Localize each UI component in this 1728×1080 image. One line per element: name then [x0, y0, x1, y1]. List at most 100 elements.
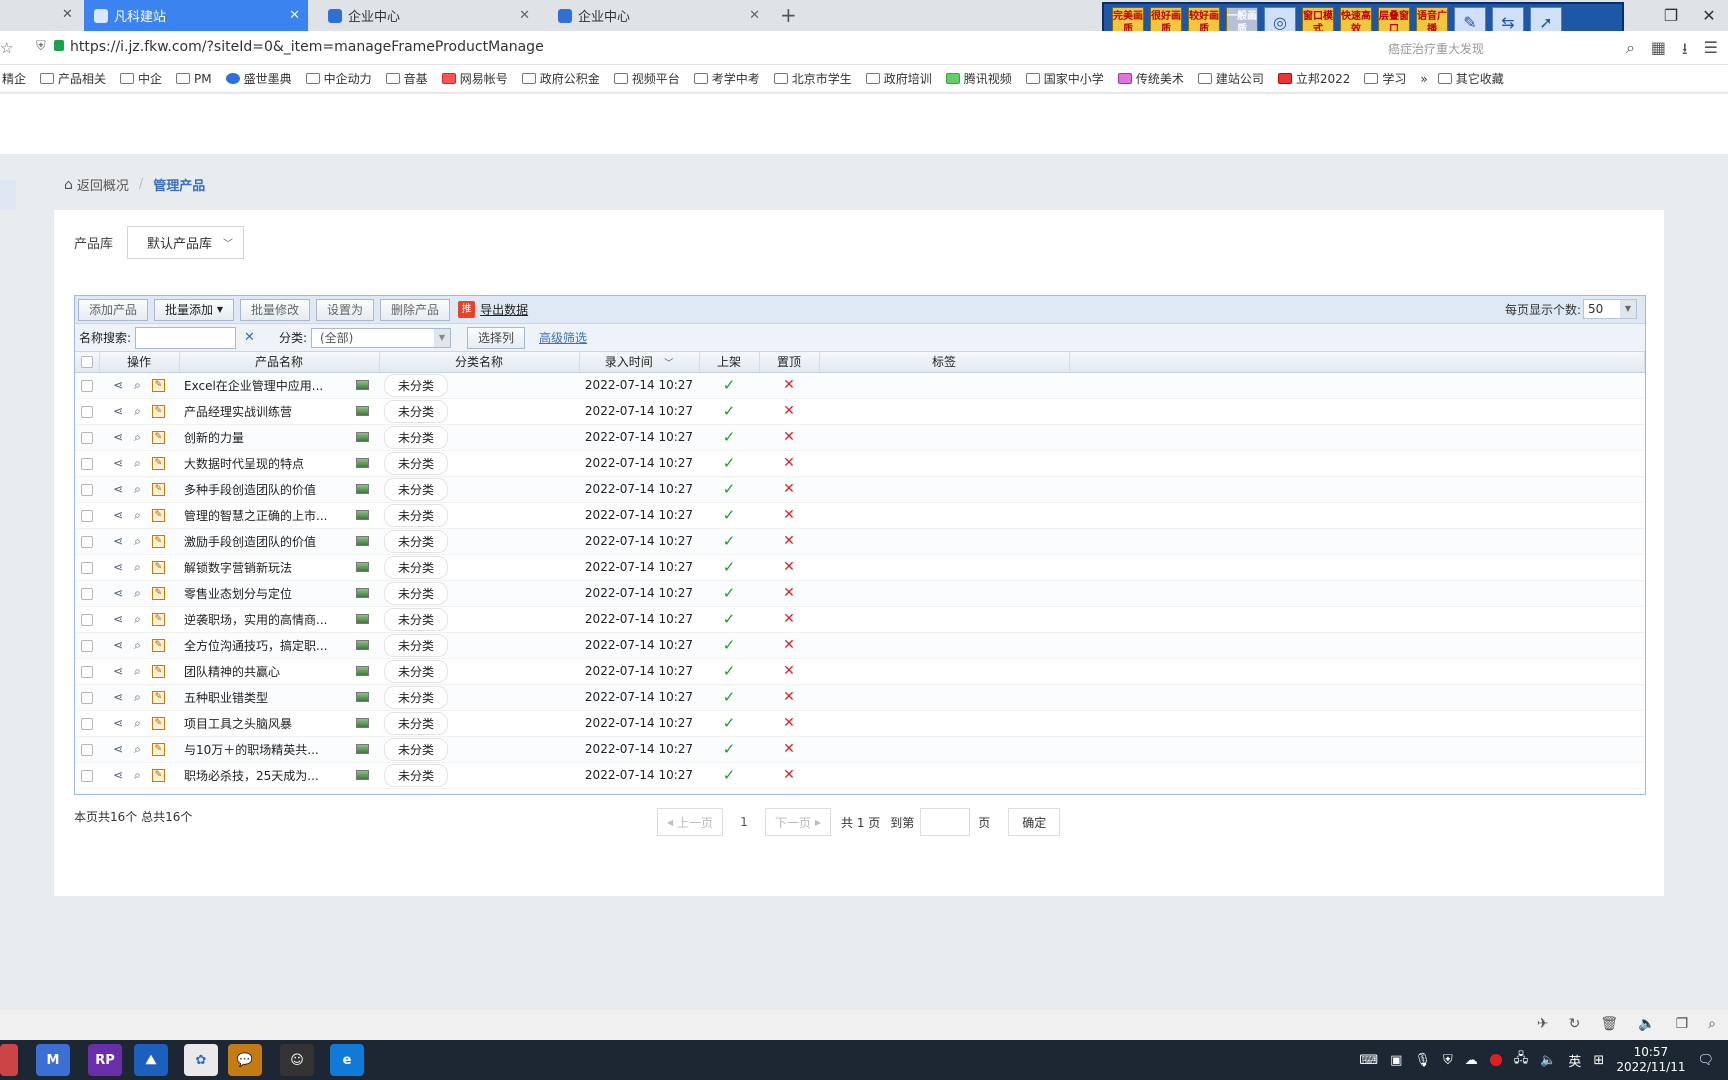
confirm-button[interactable]: 确定	[1008, 808, 1061, 836]
share-icon[interactable]: ⋖	[113, 612, 123, 626]
cross-icon[interactable]: ✕	[783, 715, 795, 731]
category-tag[interactable]: 未分类	[384, 451, 449, 475]
image-icon[interactable]	[356, 484, 369, 494]
row-checkbox[interactable]	[81, 587, 93, 600]
search-icon[interactable]: ⌕	[134, 482, 141, 497]
axure-rp-icon[interactable]: RP	[88, 1044, 122, 1076]
category-tag[interactable]: 未分类	[384, 399, 449, 423]
check-icon[interactable]: ✓	[723, 376, 736, 394]
check-icon[interactable]: ✓	[723, 480, 736, 498]
edit-icon[interactable]: ✎	[151, 586, 165, 600]
close-icon[interactable]: ✕	[289, 8, 300, 23]
notification-icon[interactable]: 🗨	[1697, 1053, 1714, 1068]
trash-icon[interactable]: 🗑	[1600, 1016, 1618, 1032]
tab-enterprise-2[interactable]: 企业中心 ✕	[548, 0, 768, 31]
bookmark-item[interactable]: 腾讯视频	[945, 70, 1012, 87]
bookmark-folder[interactable]: 产品相关	[40, 70, 106, 87]
image-icon[interactable]	[356, 588, 369, 598]
category-tag[interactable]: 未分类	[384, 737, 449, 761]
share-icon[interactable]: ⋖	[113, 586, 123, 600]
edit-icon[interactable]: ✎	[151, 638, 165, 652]
zoom-icon[interactable]: ⌕	[1708, 1016, 1716, 1032]
clock[interactable]: 10:57 2022/11/11	[1616, 1045, 1685, 1075]
category-tag[interactable]: 未分类	[384, 529, 449, 553]
search-icon[interactable]: ⌕	[134, 716, 141, 731]
image-icon[interactable]	[356, 510, 369, 520]
bookmark-folder[interactable]: 中企	[120, 70, 162, 87]
image-icon[interactable]	[356, 770, 369, 780]
share-icon[interactable]: ⋖	[113, 768, 123, 782]
menu-icon[interactable]: ☰	[1704, 38, 1718, 65]
image-icon[interactable]	[356, 380, 369, 390]
table-row[interactable]: ⋖ ⌕ ✎ 大数据时代呈现的特点 未分类 2022-07-14 10:27 ✓ ✕	[75, 450, 1645, 477]
check-icon[interactable]: ✓	[723, 610, 736, 628]
category-tag[interactable]: 未分类	[384, 763, 449, 787]
sidebar-edge[interactable]	[0, 180, 16, 210]
search-suggestion[interactable]: 癌症治疗重大发现	[1388, 40, 1484, 57]
share-icon[interactable]: ⋖	[113, 508, 123, 522]
search-icon[interactable]: ⌕	[134, 508, 141, 523]
bookmark-folder[interactable]: 北京市学生	[773, 70, 852, 87]
refresh-icon[interactable]: ↻	[1569, 1016, 1581, 1032]
more-bookmarks-icon[interactable]: »	[1420, 72, 1427, 86]
edit-icon[interactable]: ✎	[151, 404, 165, 418]
share-icon[interactable]: ⋖	[113, 664, 123, 678]
row-checkbox[interactable]	[81, 379, 93, 392]
edit-icon[interactable]: ✎	[151, 430, 165, 444]
mic-icon[interactable]: 🎙	[1414, 1053, 1431, 1068]
row-checkbox[interactable]	[81, 769, 93, 782]
cross-icon[interactable]: ✕	[783, 585, 795, 601]
row-checkbox[interactable]	[81, 743, 93, 756]
row-checkbox[interactable]	[81, 561, 93, 574]
check-icon[interactable]: ✓	[723, 558, 736, 576]
column-header-tags[interactable]: 标签	[819, 352, 1070, 373]
edit-icon[interactable]: ✎	[151, 560, 165, 574]
keyboard-icon[interactable]: ⌨	[1359, 1053, 1378, 1068]
set-as-button[interactable]: 设置为	[316, 298, 375, 321]
image-icon[interactable]	[356, 562, 369, 572]
row-checkbox[interactable]	[81, 483, 93, 496]
category-tag[interactable]: 未分类	[384, 581, 449, 605]
bookmark-folder[interactable]: PM	[176, 72, 212, 86]
category-tag[interactable]: 未分类	[384, 373, 449, 397]
row-checkbox[interactable]	[81, 691, 93, 704]
search-icon[interactable]: ⌕	[134, 586, 141, 601]
bookmark-folder[interactable]: 考学中考	[693, 70, 760, 87]
product-name[interactable]: 创新的力量	[184, 429, 244, 446]
check-icon[interactable]: ✓	[723, 402, 736, 420]
edit-icon[interactable]: ✎	[151, 456, 165, 470]
search-icon[interactable]: ⌕	[134, 742, 141, 757]
row-checkbox[interactable]	[81, 457, 93, 470]
image-icon[interactable]	[356, 614, 369, 624]
share-icon[interactable]: ⋖	[113, 430, 123, 444]
search-icon[interactable]: ⌕	[134, 534, 141, 549]
check-icon[interactable]: ✓	[723, 688, 736, 706]
cross-icon[interactable]: ✕	[783, 533, 795, 549]
cross-icon[interactable]: ✕	[783, 377, 795, 393]
search-icon[interactable]: ⌕	[134, 664, 141, 679]
search-icon[interactable]: ⌕	[134, 560, 141, 575]
bookmark-folder[interactable]: 学习	[1364, 70, 1406, 87]
column-header-time[interactable]: 录入时间 ﹀	[579, 352, 700, 373]
cross-icon[interactable]: ✕	[783, 403, 795, 419]
table-row[interactable]: ⋖ ⌕ ✎ 多种手段创造团队的价值 未分类 2022-07-14 10:27 ✓ ✕	[75, 476, 1645, 503]
new-tab-button[interactable]: +	[780, 3, 797, 27]
product-name[interactable]: 全方位沟通技巧，搞定职...	[184, 637, 327, 654]
product-name[interactable]: 职场必杀技，25天成为...	[184, 767, 319, 784]
avatar-app-icon[interactable]: ☺	[280, 1044, 314, 1076]
image-icon[interactable]	[356, 432, 369, 442]
app-m-icon[interactable]: M	[36, 1044, 70, 1076]
add-product-button[interactable]: 添加产品	[78, 298, 149, 321]
cross-icon[interactable]: ✕	[783, 481, 795, 497]
select-all-checkbox[interactable]	[80, 356, 93, 369]
library-dropdown[interactable]: 默认产品库 ﹀	[127, 226, 245, 259]
choose-columns-button[interactable]: 选择列	[467, 326, 526, 349]
column-header-name[interactable]: 产品名称	[179, 352, 380, 373]
restore-icon[interactable]: ❐	[1652, 0, 1690, 31]
bookmark-item[interactable]: 精企	[2, 70, 26, 87]
batch-add-button[interactable]: 批量添加 ▼	[154, 298, 235, 321]
cross-icon[interactable]: ✕	[783, 637, 795, 653]
search-icon[interactable]: ⌕	[134, 404, 141, 419]
check-icon[interactable]: ✓	[723, 662, 736, 680]
cross-icon[interactable]: ✕	[783, 507, 795, 523]
